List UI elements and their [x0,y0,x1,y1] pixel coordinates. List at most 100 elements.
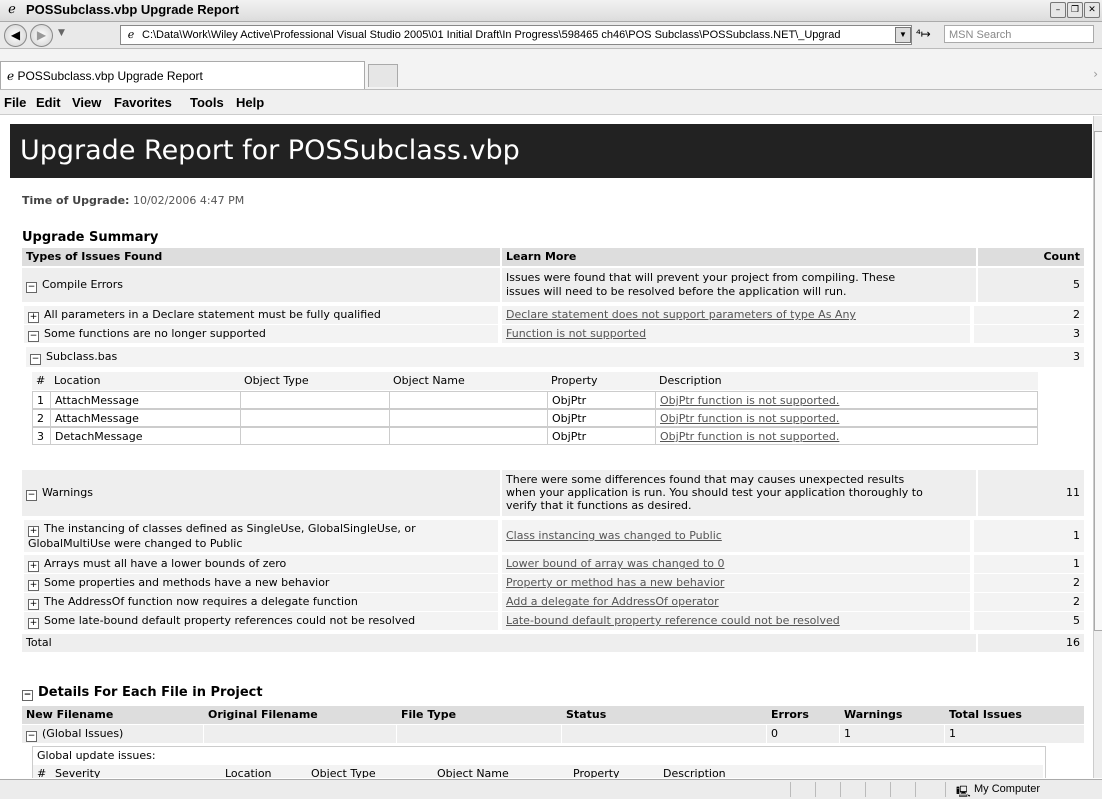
issue-text: Arrays must all have a lower bounds of z… [44,557,287,570]
issue-link[interactable]: Lower bound of array was changed to 0 [506,557,725,570]
table-row: 2 AttachMessage ObjPtr ObjPtr function i… [32,409,1039,428]
tab-upgrade-report[interactable]: ℯ POSSubclass.vbp Upgrade Report [0,61,365,89]
issue-link[interactable]: Declare statement does not support param… [506,308,856,321]
expand-icon[interactable]: + [28,561,39,572]
header-new-filename: New Filename [22,706,204,724]
total-label: Total [22,634,976,652]
status-divider [865,782,866,797]
close-icon[interactable]: ✕ [1084,2,1100,18]
description-link[interactable]: ObjPtr function is not supported. [660,394,839,407]
collapse-icon[interactable]: − [26,731,37,742]
menu-bar: File Edit View Favorites Tools Help [0,90,1102,115]
description-link[interactable]: ObjPtr function is not supported. [660,412,839,425]
global-update-label: Global update issues: [37,749,156,762]
expand-icon[interactable]: + [28,618,39,629]
menu-edit[interactable]: Edit [36,95,61,110]
menu-favorites[interactable]: Favorites [114,95,172,110]
issue-label[interactable]: + The instancing of classes defined as Si… [24,520,498,552]
details-heading-text: Details For Each File in Project [38,685,263,700]
col-num: # [36,374,46,387]
warnings-text: Warnings [42,486,93,499]
expand-icon[interactable]: + [28,599,39,610]
tab-bar: ℯ POSSubclass.vbp Upgrade Report › [0,49,1102,90]
file-count: 3 [1073,350,1080,363]
status-divider [945,782,946,797]
col-num: # [37,767,47,778]
col-object-type: Object Type [311,767,376,778]
tab-list-icon[interactable]: › [1093,67,1098,81]
issue-text: Some properties and methods have a new b… [44,576,330,589]
issue-row: + Arrays must all have a lower bounds of … [22,555,1084,573]
issue-row: + The AddressOf function now requires a d… [22,593,1084,611]
scrollbar-thumb[interactable] [1094,131,1102,631]
issue-link[interactable]: Function is not supported [506,327,646,340]
collapse-icon[interactable]: − [28,331,39,342]
header-learn-more: Learn More [502,248,976,266]
collapse-icon[interactable]: − [26,490,37,501]
cell-num: 1 [32,391,51,409]
issue-label[interactable]: + The AddressOf function now requires a d… [24,593,498,611]
menu-file[interactable]: File [4,95,26,110]
col-object-type: Object Type [244,374,309,387]
file-name[interactable]: − Subclass.bas [26,347,1084,367]
issue-label[interactable]: + Some late-bound default property refere… [24,612,498,630]
minimize-icon[interactable]: – [1050,2,1066,18]
collapse-icon[interactable]: − [30,354,41,365]
expand-icon[interactable]: + [28,312,39,323]
status-divider [890,782,891,797]
file-row-subclass: − Subclass.bas 3 [22,347,1084,367]
cell-new-filename[interactable]: − (Global Issues) [22,725,203,743]
table-row: 3 DetachMessage ObjPtr ObjPtr function i… [32,427,1039,446]
warnings-label[interactable]: − Warnings [22,470,500,516]
issue-label[interactable]: − Some functions are no longer supported [24,325,498,343]
desc-line: issues will need to be resolved before t… [506,285,847,298]
menu-view[interactable]: View [72,95,101,110]
issue-row: + All parameters in a Declare statement m… [22,306,1084,324]
back-arrow-icon[interactable]: ◀ [4,24,27,47]
refresh-icon[interactable]: ⁴↦ [916,27,931,41]
issue-label[interactable]: + Some properties and methods have a new … [24,574,498,592]
expand-icon[interactable]: + [28,580,39,591]
collapse-icon[interactable]: − [26,282,37,293]
new-tab-button[interactable] [368,64,398,87]
issue-count: 1 [974,555,1084,573]
cell-property: ObjPtr [547,427,656,445]
status-divider [815,782,816,797]
details-global-row: − (Global Issues) 0 1 1 [22,725,1084,743]
status-bar: 🖳 My Computer [0,779,1102,799]
restore-icon[interactable]: ❐ [1067,2,1083,18]
issue-link[interactable]: Add a delegate for AddressOf operator [506,595,719,608]
vertical-scrollbar[interactable] [1093,116,1102,778]
issue-count: 1 [974,520,1084,552]
collapse-icon[interactable]: − [22,690,33,701]
cell-description: ObjPtr function is not supported. [655,409,1038,427]
forward-arrow-icon[interactable]: ▶ [30,24,53,47]
col-description: Description [663,767,726,778]
menu-tools[interactable]: Tools [190,95,224,110]
address-dropdown-icon[interactable]: ▼ [895,27,911,43]
expand-icon[interactable]: + [28,526,39,537]
search-input[interactable]: MSN Search [944,25,1094,43]
issue-label[interactable]: + All parameters in a Declare statement m… [24,306,498,324]
cell-location: AttachMessage [50,409,241,427]
issue-link[interactable]: Property or method has a new behavior [506,576,724,589]
issue-label[interactable]: + Arrays must all have a lower bounds of … [24,555,498,573]
address-url-text: C:\Data\Work\Wiley Active\Professional V… [142,29,841,41]
col-object-name: Object Name [437,767,509,778]
cell-property: ObjPtr [547,409,656,427]
cell-location: DetachMessage [50,427,241,445]
compile-errors-label[interactable]: − Compile Errors [22,268,500,302]
compile-errors-text: Compile Errors [42,278,124,291]
history-dropdown-icon[interactable]: ▼ [58,28,65,38]
description-link[interactable]: ObjPtr function is not supported. [660,430,839,443]
address-input[interactable]: ℯ C:\Data\Work\Wiley Active\Professional … [120,25,912,45]
issue-link[interactable]: Class instancing was changed to Public [506,529,722,542]
desc-line: verify that it functions as desired. [506,499,692,512]
cell-num: 2 [32,409,51,427]
menu-help[interactable]: Help [236,95,264,110]
details-header-row: New Filename Original Filename File Type… [22,706,1084,724]
issue-count: 3 [974,325,1084,343]
issue-link[interactable]: Late-bound default property reference co… [506,614,840,627]
cell-errors: 0 [767,725,839,743]
cell-status [562,725,766,743]
